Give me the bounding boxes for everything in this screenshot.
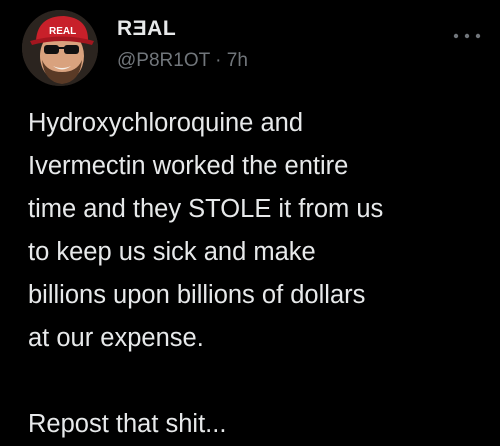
tweet-timestamp[interactable]: 7h — [227, 50, 248, 71]
tweet: REAL RƎAL @P8R1OT · 7h Hydroxychloroquin… — [0, 0, 500, 441]
avatar-cap-text: REAL — [49, 26, 76, 37]
tweet-text-line: to keep us sick and make — [28, 238, 316, 266]
tweet-meta: @P8R1OT · 7h — [117, 50, 248, 72]
tweet-text-line: Ivermectin worked the entire — [28, 152, 349, 180]
user-handle[interactable]: @P8R1OT — [117, 50, 210, 71]
display-name[interactable]: RƎAL — [117, 17, 176, 41]
profile-avatar-icon: REAL — [22, 10, 98, 86]
tweet-text-line: time and they STOLE it from us — [28, 195, 384, 223]
tweet-text: Hydroxychloroquine and Ivermectin worked… — [28, 102, 490, 446]
tweet-text-line: at our expense. — [28, 324, 204, 352]
ellipsis-icon[interactable] — [452, 28, 482, 39]
tweet-text-line: billions upon billions of dollars — [28, 281, 366, 309]
tweet-text-line: Hydroxychloroquine and — [28, 109, 303, 137]
meta-separator: · — [215, 50, 222, 71]
avatar[interactable]: REAL — [22, 10, 98, 86]
tweet-closing-line: Repost that shit... — [28, 410, 227, 438]
